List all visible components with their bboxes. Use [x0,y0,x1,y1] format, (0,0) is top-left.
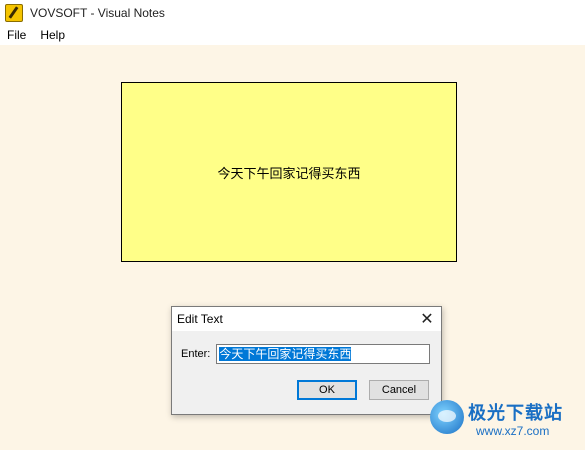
enter-row: Enter: 今天下午回家记得买东西 [181,344,431,364]
note-text: 今天下午回家记得买东西 [217,165,361,181]
menu-bar: File Help [0,25,585,45]
watermark-logo-icon [430,400,464,434]
dialog-titlebar[interactable]: Edit Text ✕ [172,307,441,331]
close-icon[interactable]: ✕ [413,307,441,331]
ok-button[interactable]: OK [297,380,357,400]
menu-help[interactable]: Help [33,28,72,42]
watermark-url: www.xz7.com [476,424,550,438]
dialog-title: Edit Text [177,312,223,326]
edit-text-dialog: Edit Text ✕ Enter: 今天下午回家记得买东西 OK Cancel [171,306,442,415]
window-title: VOVSOFT - Visual Notes [30,5,165,20]
menu-file[interactable]: File [0,28,33,42]
selected-input-text: 今天下午回家记得买东西 [219,347,352,361]
watermark-brand: 极光下载站 [468,403,563,423]
sticky-note[interactable]: 今天下午回家记得买东西 [121,82,457,262]
cancel-button[interactable]: Cancel [369,380,429,400]
window-titlebar[interactable]: VOVSOFT - Visual Notes [0,0,585,25]
app-pencil-icon [5,3,23,22]
enter-label: Enter: [181,348,211,360]
watermark: 极光下载站 www.xz7.com [430,396,580,444]
enter-text-input[interactable]: 今天下午回家记得买东西 [216,344,431,364]
